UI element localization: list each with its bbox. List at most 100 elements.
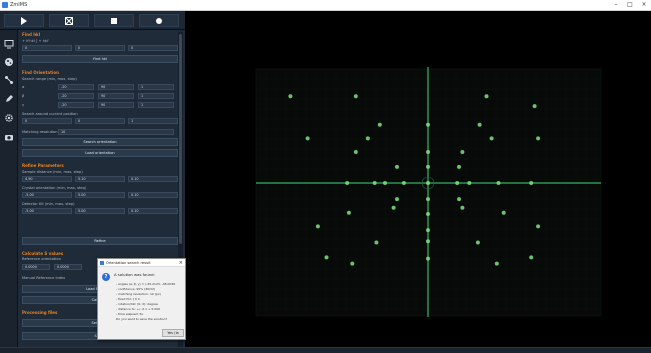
diffraction-spot (529, 255, 534, 260)
beta-min-field[interactable]: -20 (58, 93, 94, 99)
current-a-field[interactable]: 0 (22, 118, 72, 124)
play-button[interactable] (4, 14, 44, 27)
hkl-formula: + h'hkl [ + hkl' (22, 39, 49, 43)
diffraction-spot (426, 256, 430, 261)
reference-b-field[interactable]: 0.0000 (54, 264, 82, 270)
diffraction-spot (377, 122, 382, 127)
yes-button[interactable]: Yes (la (162, 329, 184, 337)
diffraction-spot (467, 181, 472, 185)
record-button[interactable] (139, 14, 179, 27)
palette-icon[interactable] (4, 57, 14, 67)
grid-icon (65, 17, 73, 25)
dialog-line: - angles (α, β, γ) = (-45.2123, -48.0036 (116, 282, 176, 286)
crystal-min-field[interactable]: -5.00 (22, 192, 72, 198)
diffraction-spot (324, 255, 329, 260)
manual-reference-label: Manual Reference index (22, 276, 66, 280)
beta-label: β (22, 94, 25, 98)
alpha-step-field[interactable]: 1 (138, 84, 174, 90)
reference-orientation-label: Reference orientation (22, 257, 61, 261)
refine-button[interactable]: Refine (22, 237, 178, 245)
beta-step-field[interactable]: 1 (138, 93, 174, 99)
dialog-line: - time elapsed: 5s (116, 312, 143, 316)
sample-max-field[interactable]: 5.10 (75, 176, 125, 182)
diffraction-pattern[interactable] (186, 11, 651, 347)
diffraction-spot (426, 228, 430, 233)
matching-resolution-label: Matching resolution (22, 130, 58, 134)
stop-button[interactable] (94, 14, 134, 27)
diffraction-spot (426, 239, 430, 244)
diffraction-spot (401, 181, 406, 185)
hkl-l-field[interactable]: 0 (128, 45, 178, 51)
diffraction-spot (489, 136, 494, 141)
edit-icon[interactable] (4, 94, 14, 104)
detector-min-field[interactable]: -5.00 (22, 208, 72, 214)
diffraction-spot (457, 164, 461, 169)
detector-max-field[interactable]: 5.00 (75, 208, 125, 214)
scrollbar-thumb[interactable] (179, 34, 182, 244)
find-hkl-button[interactable]: Find hkl (22, 55, 178, 63)
grid-button[interactable] (49, 14, 89, 27)
diffraction-spot (484, 94, 489, 99)
diffraction-spot (395, 164, 399, 169)
detector-step-field[interactable]: 0.10 (128, 208, 178, 214)
settings-icon[interactable] (4, 113, 14, 123)
detector-tilt-label: Detector tilt (min, max, step) (22, 202, 75, 206)
hkl-k-field[interactable]: 0 (75, 45, 125, 51)
toolbar (0, 11, 185, 30)
diffraction-spot (426, 212, 430, 216)
diffraction-spot (536, 224, 541, 229)
reference-a-field[interactable]: 0.0000 (22, 264, 50, 270)
close-icon[interactable]: × (637, 0, 651, 10)
diffraction-spot (353, 150, 358, 154)
minimize-icon[interactable]: – (609, 0, 623, 10)
diffraction-spot (460, 205, 465, 210)
maximize-icon[interactable]: □ (623, 0, 637, 10)
molecule-icon[interactable] (4, 75, 14, 85)
current-b-field[interactable]: 0 (75, 118, 125, 124)
diffraction-spot (374, 240, 379, 245)
search-orientation-button[interactable]: Search orientation (22, 138, 178, 146)
load-orientation-button[interactable]: Load orientation (22, 149, 178, 157)
crystal-max-field[interactable]: 5.00 (75, 192, 125, 198)
camera-icon[interactable] (4, 132, 14, 142)
gamma-step-field[interactable]: 1 (138, 102, 174, 108)
diffraction-spot (305, 136, 310, 141)
calculate-s-title: Calculate S values (22, 251, 64, 256)
dialog-close-icon[interactable]: × (179, 259, 183, 267)
find-orientation-title: Find Orientation (22, 70, 60, 75)
current-c-field[interactable]: 1 (128, 118, 178, 124)
diffraction-spot (350, 261, 355, 266)
sample-step-field[interactable]: 0.10 (128, 176, 178, 182)
stop-icon (111, 18, 117, 24)
diffraction-spot (477, 122, 482, 127)
diffraction-spot (426, 150, 430, 154)
hkl-h-field[interactable]: 0 (22, 45, 72, 51)
monitor-icon[interactable] (4, 39, 14, 49)
matching-resolution-field[interactable]: 10 (58, 129, 174, 135)
diffraction-spot (426, 181, 430, 185)
gamma-min-field[interactable]: -20 (58, 102, 94, 108)
alpha-max-field[interactable]: 90 (98, 84, 134, 90)
title-bar: ZmIMS – □ × (0, 0, 651, 11)
app-icon (2, 2, 8, 8)
diffraction-spot (426, 164, 430, 169)
diffraction-spot (460, 150, 465, 154)
gamma-max-field[interactable]: 90 (98, 102, 134, 108)
diffraction-spot (529, 181, 534, 185)
crystal-step-field[interactable]: 0.10 (128, 192, 178, 198)
diffraction-spot (455, 181, 460, 185)
record-icon (156, 18, 162, 24)
alpha-min-field[interactable]: -20 (58, 84, 94, 90)
search-range-label: Search range (min, max, step) (22, 77, 77, 81)
dialog-line: - matching resolution: 10 (px) (116, 292, 161, 296)
window-title: ZmIMS (10, 2, 28, 8)
diffraction-spot (501, 210, 506, 215)
play-icon (21, 17, 27, 25)
diffraction-spot (457, 197, 461, 202)
processing-files-title: Processing files (22, 310, 58, 315)
diffraction-spot (475, 240, 480, 245)
sample-min-field[interactable]: 4.90 (22, 176, 72, 182)
diffraction-canvas[interactable] (186, 11, 651, 347)
diffraction-spot (365, 136, 370, 141)
beta-max-field[interactable]: 90 (98, 93, 134, 99)
